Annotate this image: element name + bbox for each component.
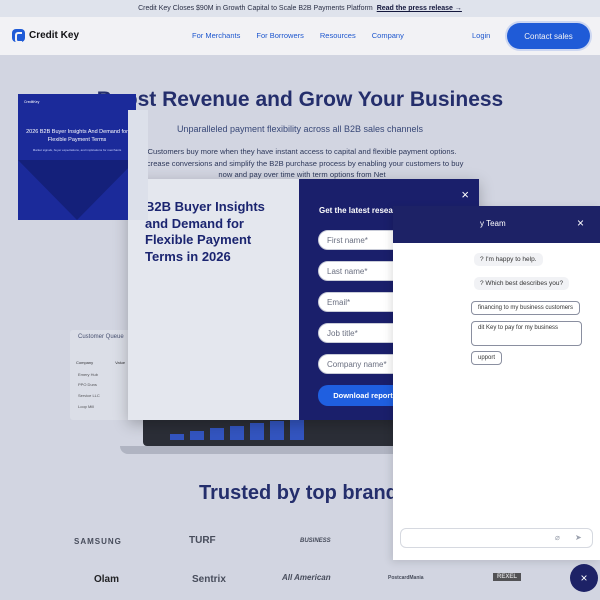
chat-option[interactable]: dit Key to pay for my business (471, 321, 582, 346)
close-icon[interactable]: × (461, 187, 469, 202)
attachment-icon[interactable]: ⌀ (555, 533, 560, 542)
announcement-bar: Credit Key Closes $90M in Growth Capital… (0, 0, 600, 17)
report-cover-graphic (18, 160, 136, 220)
press-release-link[interactable]: Read the press release → (377, 5, 462, 12)
modal-headline: B2B Buyer Insights and Demand for Flexib… (145, 199, 265, 264)
chat-message-input[interactable]: ⌀ ➤ (400, 528, 593, 548)
chat-message: ? Which best describes you? (474, 277, 570, 290)
chat-toggle-close-icon[interactable]: × (570, 564, 598, 592)
report-cover-subtitle: Market signals, buyer expectations, and … (32, 148, 122, 152)
report-cover-title: 2026 B2B Buyer Insights And Demand for F… (26, 129, 128, 143)
chat-option[interactable]: upport (471, 351, 503, 365)
send-icon[interactable]: ➤ (575, 533, 582, 542)
chat-message: ? I'm happy to help. (474, 253, 543, 266)
chat-close-icon[interactable]: × (577, 216, 584, 230)
report-cover-logo: CreditKey (24, 100, 40, 104)
modal-promo-panel: B2B Buyer Insights and Demand for Flexib… (128, 179, 299, 420)
announcement-text: Credit Key Closes $90M in Growth Capital… (138, 5, 373, 12)
chat-option[interactable]: financing to my business customers (471, 301, 581, 315)
chat-team-name: y Team (480, 219, 506, 228)
report-pages-image (128, 110, 148, 220)
